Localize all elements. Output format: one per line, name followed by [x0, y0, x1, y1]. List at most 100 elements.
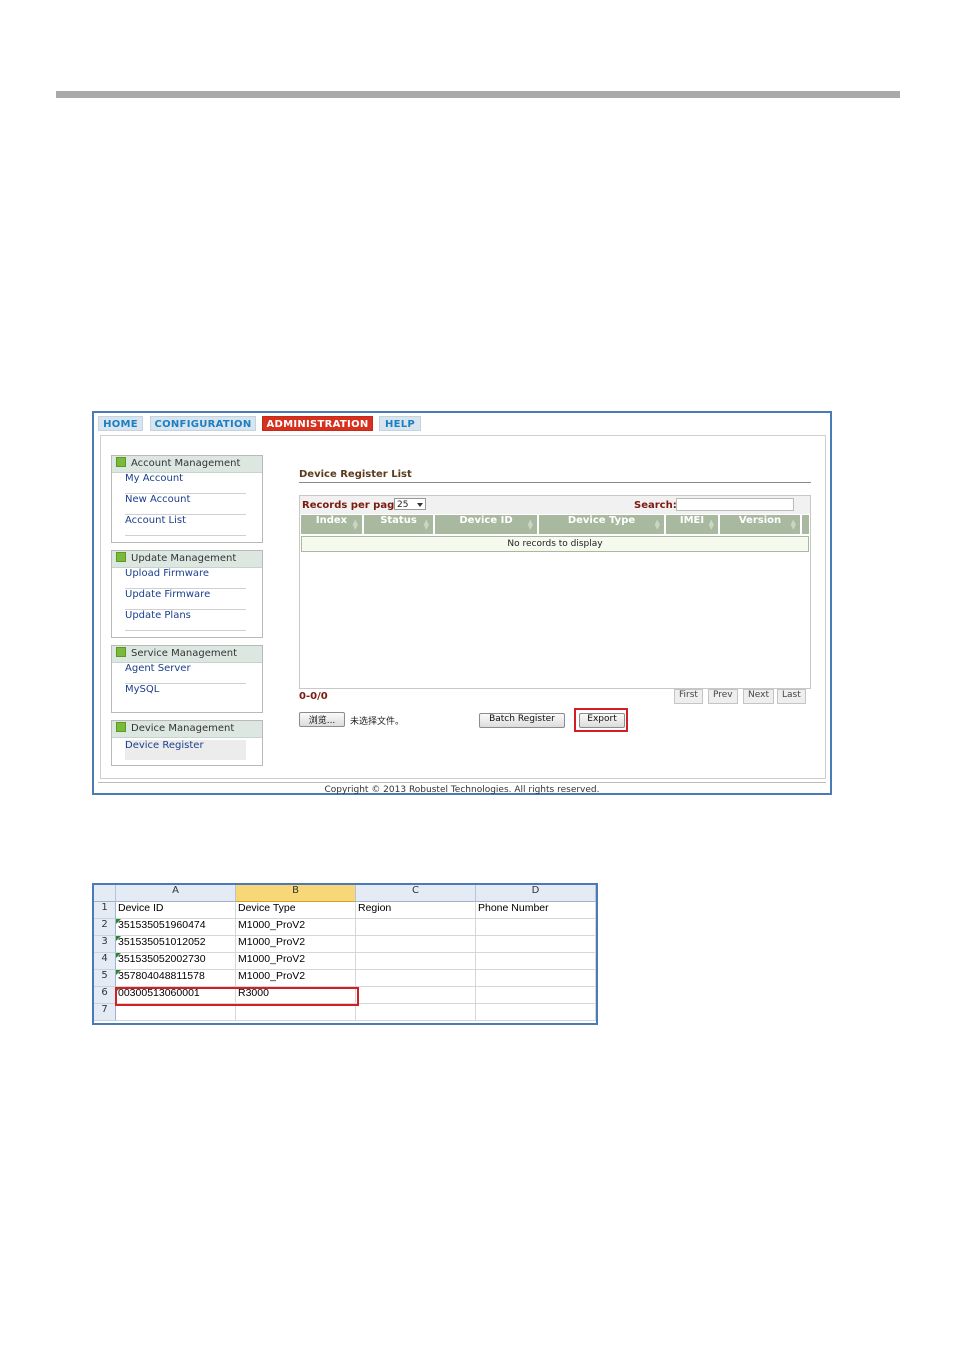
- column-header-a[interactable]: A: [116, 885, 236, 902]
- sheet-cell[interactable]: Device ID: [116, 902, 236, 919]
- sheet-cell[interactable]: [356, 953, 476, 970]
- search-input[interactable]: [676, 498, 794, 511]
- records-per-page-label: Records per page:: [302, 500, 406, 511]
- row-header[interactable]: 5: [94, 970, 116, 987]
- sidebar-group-header[interactable]: Device Management: [112, 721, 262, 738]
- row-header[interactable]: 3: [94, 936, 116, 953]
- sort-icon: ▲ ▼: [527, 518, 533, 531]
- text-number-indicator: [116, 970, 121, 975]
- sheet-cell[interactable]: M1000_ProV2: [236, 919, 356, 936]
- title-divider: [299, 482, 811, 483]
- sheet-cell[interactable]: M1000_ProV2: [236, 953, 356, 970]
- sheet-cell[interactable]: Phone Number: [476, 902, 596, 919]
- tab-help[interactable]: HELP: [379, 416, 421, 431]
- expand-icon: [116, 647, 126, 657]
- tab-home[interactable]: HOME: [98, 416, 143, 431]
- sheet-cell[interactable]: 351535051960474: [116, 919, 236, 936]
- sheet-cell[interactable]: [356, 919, 476, 936]
- first-page-button[interactable]: First: [674, 689, 703, 704]
- sort-icon: ▲ ▼: [708, 518, 714, 531]
- column-header-c[interactable]: C: [356, 885, 476, 902]
- row-header[interactable]: 4: [94, 953, 116, 970]
- column-device-type[interactable]: Device Type ▲ ▼: [539, 515, 666, 534]
- sheet-cell[interactable]: [476, 953, 596, 970]
- sheet-cell[interactable]: 351535052002730: [116, 953, 236, 970]
- sheet-cell[interactable]: [476, 987, 596, 1004]
- row-header[interactable]: 2: [94, 919, 116, 936]
- sheet-cell[interactable]: [476, 970, 596, 987]
- sheet-cell[interactable]: [476, 936, 596, 953]
- sheet-cell[interactable]: [476, 919, 596, 936]
- page-title: Device Register List: [299, 469, 412, 480]
- sidebar-item-mysql[interactable]: MySQL: [125, 684, 246, 704]
- next-page-button[interactable]: Next: [743, 689, 774, 704]
- sort-icon: ▲ ▼: [352, 518, 358, 531]
- search-label: Search:: [634, 500, 677, 511]
- column-device-id[interactable]: Device ID ▲ ▼: [435, 515, 539, 534]
- sheet-cell[interactable]: [476, 1004, 596, 1021]
- row-header[interactable]: 6: [94, 987, 116, 1004]
- sidebar-item-upload-firmware[interactable]: Upload Firmware: [125, 568, 246, 589]
- device-register-screenshot: HOME CONFIGURATION ADMINISTRATION HELP A…: [92, 411, 832, 795]
- sheet-cell[interactable]: Region: [356, 902, 476, 919]
- sort-icon: ▲ ▼: [790, 518, 796, 531]
- grid-toolbar: Records per page: 25 Search:: [300, 496, 810, 514]
- sidebar-item-account-list[interactable]: Account List: [125, 515, 246, 536]
- sidebar-item-update-plans[interactable]: Update Plans: [125, 610, 246, 631]
- sheet-cell[interactable]: [116, 1004, 236, 1021]
- sheet-cell[interactable]: 357804048811578: [116, 970, 236, 987]
- batch-register-button[interactable]: Batch Register: [479, 713, 565, 728]
- tab-configuration[interactable]: CONFIGURATION: [150, 416, 256, 431]
- column-header-b[interactable]: B: [236, 885, 356, 902]
- sidebar-item-my-account[interactable]: My Account: [125, 473, 246, 494]
- sidebar-group-service: Service Management Agent Server MySQL: [111, 645, 263, 713]
- device-register-grid: Records per page: 25 Search: Index ▲ ▼ Sta…: [299, 495, 811, 689]
- sidebar-group-device: Device Management Device Register: [111, 720, 263, 766]
- file-status: 未选择文件。: [350, 717, 405, 727]
- last-page-button[interactable]: Last: [777, 689, 806, 704]
- sheet-cell[interactable]: [356, 1004, 476, 1021]
- expand-icon: [116, 552, 126, 562]
- sheet-cell[interactable]: [236, 1004, 356, 1021]
- prev-page-button[interactable]: Prev: [708, 689, 738, 704]
- row-header[interactable]: 1: [94, 902, 116, 919]
- chevron-down-icon: [417, 503, 423, 507]
- sheet-cell[interactable]: [356, 970, 476, 987]
- records-per-page-select[interactable]: 25: [394, 498, 426, 510]
- text-number-indicator: [116, 936, 121, 941]
- export-highlight: [574, 708, 628, 732]
- new-device-row-highlight: [115, 987, 359, 1006]
- column-header-d[interactable]: D: [476, 885, 596, 902]
- footer-divider: [98, 782, 826, 783]
- exported-spreadsheet: A B C D 1 2 3 4 5 6 7 Device ID Device T…: [92, 883, 598, 1025]
- column-version[interactable]: Version ▲ ▼: [720, 515, 802, 534]
- column-status[interactable]: Status ▲ ▼: [364, 515, 435, 534]
- sheet-cell[interactable]: [356, 936, 476, 953]
- sidebar-item-agent-server[interactable]: Agent Server: [125, 663, 246, 684]
- select-all-corner[interactable]: [94, 885, 116, 902]
- sidebar-group-update: Update Management Upload Firmware Update…: [111, 550, 263, 638]
- browse-button[interactable]: 浏览...: [299, 712, 345, 727]
- expand-icon: [116, 457, 126, 467]
- sidebar-item-update-firmware[interactable]: Update Firmware: [125, 589, 246, 610]
- sidebar-group-header[interactable]: Account Management: [112, 456, 262, 473]
- sheet-cell[interactable]: [356, 987, 476, 1004]
- sidebar-item-new-account[interactable]: New Account: [125, 494, 246, 515]
- sheet-cell[interactable]: 351535051012052: [116, 936, 236, 953]
- sidebar-group-header[interactable]: Service Management: [112, 646, 262, 663]
- sheet-cell[interactable]: M1000_ProV2: [236, 936, 356, 953]
- sidebar-item-device-register[interactable]: Device Register: [125, 740, 246, 760]
- record-count: 0-0/0: [299, 691, 328, 702]
- sidebar-group-header[interactable]: Update Management: [112, 551, 262, 568]
- sheet-cell[interactable]: Device Type: [236, 902, 356, 919]
- column-index[interactable]: Index ▲ ▼: [301, 515, 364, 534]
- column-imei[interactable]: IMEI ▲ ▼: [666, 515, 720, 534]
- sidebar-group-account: Account Management My Account New Accoun…: [111, 455, 263, 543]
- text-number-indicator: [116, 953, 121, 958]
- table-header: Index ▲ ▼ Status ▲ ▼ Device ID ▲ ▼ Device Type…: [301, 515, 809, 534]
- sheet-cell[interactable]: M1000_ProV2: [236, 970, 356, 987]
- empty-message: No records to display: [301, 536, 809, 552]
- expand-icon: [116, 722, 126, 732]
- row-header[interactable]: 7: [94, 1004, 116, 1021]
- tab-administration[interactable]: ADMINISTRATION: [262, 416, 373, 431]
